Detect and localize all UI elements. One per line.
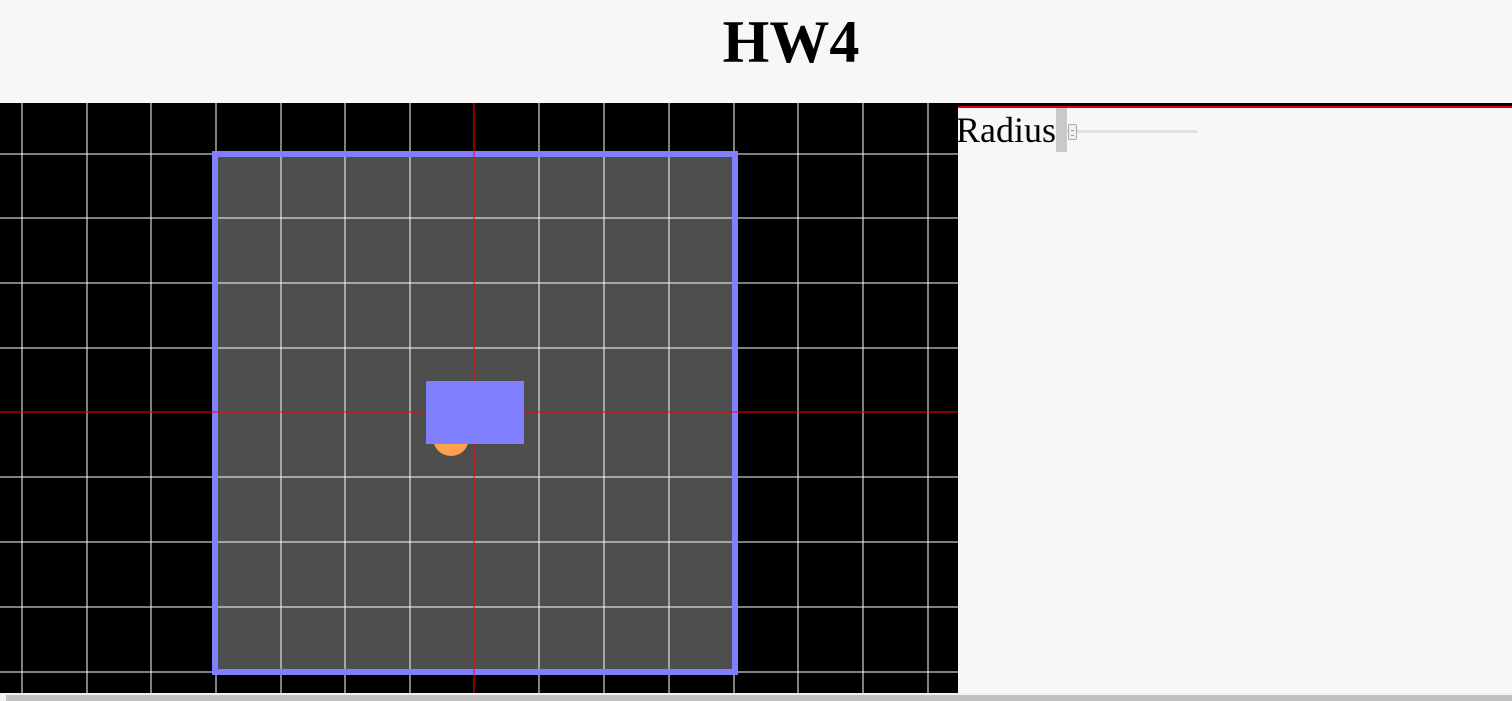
scene-view [0,103,958,693]
page: HW4 Radius [0,0,1512,701]
scrollbar-thumb[interactable] [6,695,1512,701]
slider-track[interactable] [1066,130,1199,133]
webgl-canvas[interactable] [0,103,958,693]
page-title: HW4 [722,9,860,75]
slider-thumb[interactable] [1068,124,1078,140]
box [426,381,524,444]
radius-control: Radius [956,108,1199,152]
radius-label: Radius [956,110,1057,150]
radius-slider[interactable] [1056,108,1199,152]
horizontal-scrollbar[interactable] [0,693,1512,701]
